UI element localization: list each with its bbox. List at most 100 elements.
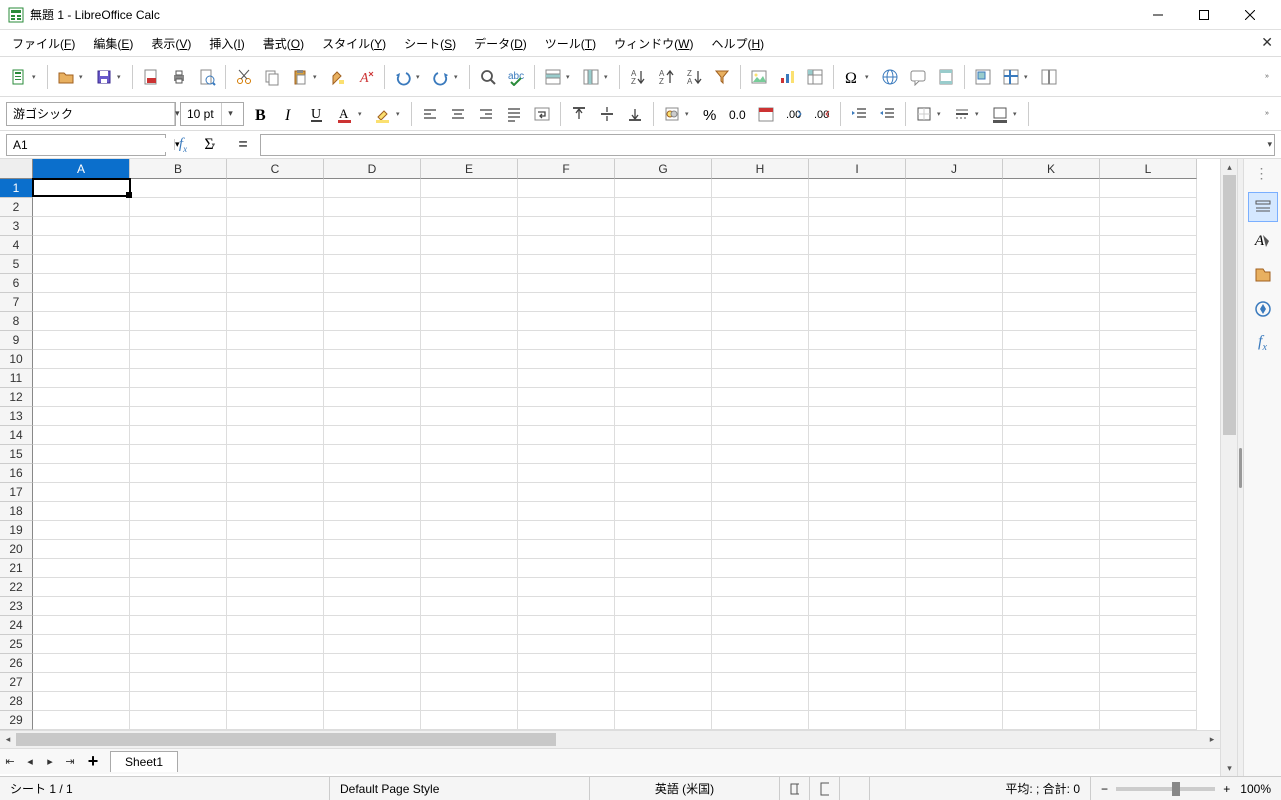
cell[interactable]	[615, 578, 712, 597]
borders-button[interactable]	[911, 101, 937, 127]
cell[interactable]	[1100, 369, 1197, 388]
cell[interactable]	[227, 559, 324, 578]
spellcheck-button[interactable]: abc	[503, 64, 529, 90]
cell[interactable]	[712, 312, 809, 331]
cell[interactable]	[615, 198, 712, 217]
cell[interactable]	[809, 255, 906, 274]
cell[interactable]	[809, 369, 906, 388]
cell[interactable]	[809, 426, 906, 445]
cell[interactable]	[615, 711, 712, 730]
cell[interactable]	[227, 692, 324, 711]
cell[interactable]	[33, 255, 130, 274]
vertical-scrollbar[interactable]: ▴ ▾	[1220, 159, 1237, 776]
cell[interactable]	[906, 540, 1003, 559]
cell[interactable]	[809, 274, 906, 293]
border-color-dropdown-icon[interactable]: ▾	[1013, 110, 1023, 118]
cell[interactable]	[1003, 521, 1100, 540]
cell[interactable]	[615, 255, 712, 274]
row-header[interactable]: 5	[0, 255, 33, 274]
cell[interactable]	[33, 407, 130, 426]
cell[interactable]	[615, 331, 712, 350]
cell-reference-input[interactable]	[7, 138, 174, 152]
cell[interactable]	[227, 502, 324, 521]
cell[interactable]	[227, 711, 324, 730]
sort-desc-button[interactable]: ZA	[681, 64, 707, 90]
undo-dropdown-icon[interactable]: ▾	[416, 73, 426, 81]
cell[interactable]	[130, 198, 227, 217]
cell[interactable]	[324, 711, 421, 730]
column-header[interactable]: C	[227, 159, 324, 179]
cell[interactable]	[906, 217, 1003, 236]
define-print-button[interactable]	[970, 64, 996, 90]
cell[interactable]	[712, 616, 809, 635]
cell[interactable]	[1003, 388, 1100, 407]
cell[interactable]	[324, 312, 421, 331]
cell[interactable]	[809, 350, 906, 369]
column-header[interactable]: F	[518, 159, 615, 179]
cell[interactable]	[615, 217, 712, 236]
font-name-input[interactable]	[7, 103, 174, 125]
cell[interactable]	[324, 654, 421, 673]
export-pdf-button[interactable]	[138, 64, 164, 90]
cell[interactable]	[809, 692, 906, 711]
cell[interactable]	[518, 426, 615, 445]
cell[interactable]	[809, 673, 906, 692]
cell[interactable]	[227, 673, 324, 692]
cell[interactable]	[324, 635, 421, 654]
cell[interactable]	[809, 407, 906, 426]
cell[interactable]	[1100, 692, 1197, 711]
toolbar-overflow-icon[interactable]: »	[1265, 73, 1275, 80]
cell[interactable]	[906, 711, 1003, 730]
cell[interactable]	[130, 692, 227, 711]
cell[interactable]	[906, 179, 1003, 198]
cell[interactable]	[518, 597, 615, 616]
cell[interactable]	[324, 540, 421, 559]
cell[interactable]	[906, 578, 1003, 597]
cell[interactable]	[1003, 578, 1100, 597]
valign-top-button[interactable]	[566, 101, 592, 127]
column-header[interactable]: G	[615, 159, 712, 179]
cell[interactable]	[906, 635, 1003, 654]
cell[interactable]	[615, 502, 712, 521]
status-modified[interactable]	[840, 777, 870, 800]
cell[interactable]	[421, 445, 518, 464]
cell[interactable]	[130, 388, 227, 407]
cell[interactable]	[1100, 502, 1197, 521]
align-center-button[interactable]	[445, 101, 471, 127]
cell[interactable]	[227, 350, 324, 369]
cell[interactable]	[227, 274, 324, 293]
cell[interactable]	[324, 559, 421, 578]
cell[interactable]	[324, 502, 421, 521]
cell[interactable]	[33, 616, 130, 635]
cell[interactable]	[712, 673, 809, 692]
cell[interactable]	[130, 597, 227, 616]
cell[interactable]	[712, 502, 809, 521]
cell[interactable]	[421, 616, 518, 635]
cell[interactable]	[33, 236, 130, 255]
cell[interactable]	[1100, 350, 1197, 369]
cell[interactable]	[1100, 559, 1197, 578]
cell[interactable]	[615, 616, 712, 635]
cell[interactable]	[518, 331, 615, 350]
cell[interactable]	[130, 616, 227, 635]
column-dropdown-icon[interactable]: ▾	[604, 73, 614, 81]
cell[interactable]	[1100, 255, 1197, 274]
cell[interactable]	[1003, 198, 1100, 217]
menu-ウィンドウw[interactable]: ウィンドウ(W)	[606, 31, 701, 56]
row-dropdown-icon[interactable]: ▾	[566, 73, 576, 81]
cell[interactable]	[421, 312, 518, 331]
cell[interactable]	[227, 521, 324, 540]
cell[interactable]	[518, 274, 615, 293]
cell[interactable]	[324, 179, 421, 198]
cell[interactable]	[1100, 654, 1197, 673]
cell[interactable]	[1100, 217, 1197, 236]
cell[interactable]	[906, 350, 1003, 369]
row-header[interactable]: 26	[0, 654, 33, 673]
dropdown-icon[interactable]: ▾	[221, 103, 239, 125]
cell[interactable]	[421, 407, 518, 426]
column-button[interactable]	[578, 64, 604, 90]
bold-button[interactable]: B	[248, 101, 274, 127]
menu-ファイルf[interactable]: ファイル(F)	[4, 31, 83, 56]
cell[interactable]	[33, 635, 130, 654]
status-insert-mode[interactable]	[780, 777, 810, 800]
